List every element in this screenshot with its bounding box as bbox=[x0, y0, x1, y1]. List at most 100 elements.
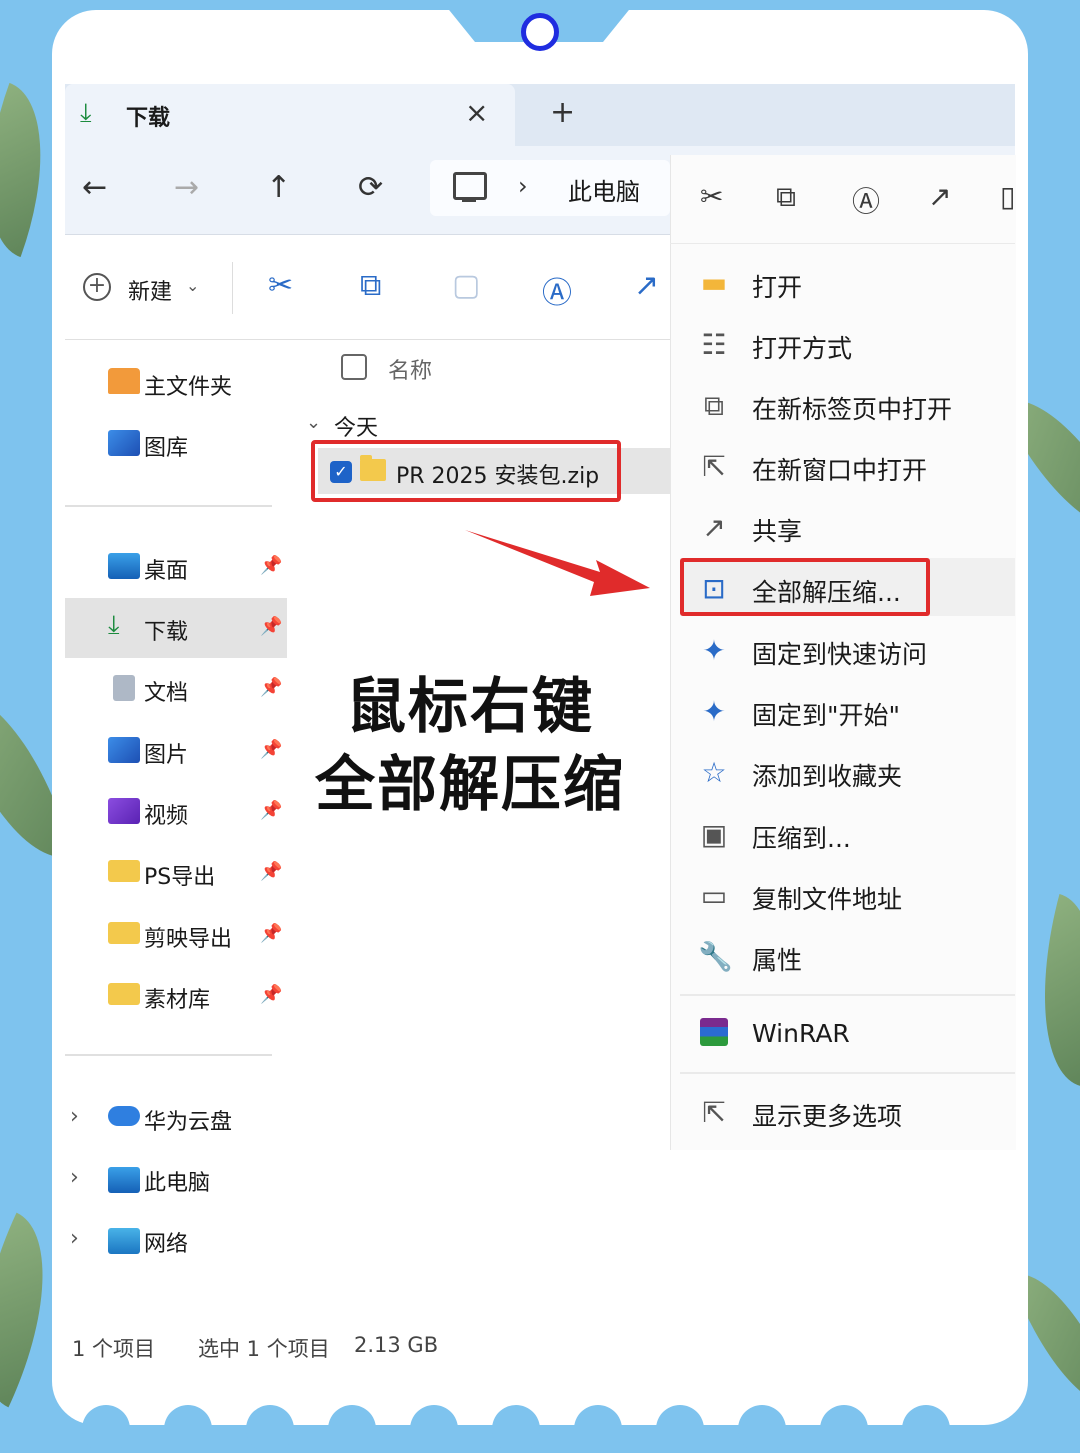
tab-title: 下载 bbox=[126, 106, 171, 131]
pin-icon[interactable]: 📌 bbox=[260, 677, 282, 698]
pin-icon[interactable]: 📌 bbox=[260, 555, 282, 576]
breadcrumb-location[interactable]: 此电脑 bbox=[568, 172, 640, 207]
folder-icon bbox=[108, 983, 140, 1005]
cut-icon[interactable]: ✂ bbox=[700, 180, 723, 213]
chevron-down-icon[interactable]: ⌄ bbox=[306, 412, 321, 433]
new-window-icon: ⇱ bbox=[702, 450, 726, 483]
menu-item-open[interactable]: 打开 bbox=[752, 268, 802, 304]
scallop bbox=[574, 1405, 622, 1453]
menu-item-winrar[interactable]: WinRAR bbox=[752, 1019, 850, 1048]
winrar-icon bbox=[698, 1018, 730, 1053]
sidebar-item-this-pc[interactable]: 此电脑 bbox=[144, 1165, 210, 1197]
share-icon[interactable]: ↗ bbox=[928, 180, 951, 213]
chevron-right-icon[interactable]: › bbox=[518, 172, 528, 200]
pin-icon[interactable]: 📌 bbox=[260, 984, 282, 1005]
headline-line-2: 全部解压缩 bbox=[315, 750, 625, 820]
chevron-right-icon[interactable]: › bbox=[70, 1226, 79, 1251]
status-size: 2.13 GB bbox=[354, 1333, 439, 1357]
copy-path-icon: ▭ bbox=[700, 879, 728, 912]
new-tab-button[interactable]: + bbox=[550, 95, 575, 130]
sidebar-item-label: 视频 bbox=[144, 804, 189, 829]
menu-item-pin-quick-access[interactable]: 固定到快速访问 bbox=[752, 635, 927, 671]
share-icon[interactable]: ↗ bbox=[634, 268, 659, 303]
close-tab-button[interactable]: × bbox=[465, 96, 488, 129]
share-icon: ↗ bbox=[702, 511, 726, 544]
up-button[interactable]: ↑ bbox=[266, 170, 291, 205]
forward-button[interactable]: → bbox=[174, 170, 199, 205]
copy-icon[interactable]: ⧉ bbox=[776, 180, 796, 214]
pin-icon: ✦ bbox=[702, 695, 726, 728]
menu-item-copy-path[interactable]: 复制文件地址 bbox=[752, 880, 902, 916]
paste-icon[interactable]: ▢ bbox=[452, 268, 480, 303]
computer-icon bbox=[108, 1167, 140, 1193]
scallop bbox=[328, 1405, 376, 1453]
sidebar-divider bbox=[65, 505, 272, 507]
folder-icon bbox=[108, 922, 140, 944]
pin-icon[interactable]: 📌 bbox=[260, 800, 282, 821]
scallop bbox=[820, 1405, 868, 1453]
download-icon: ⤓ bbox=[80, 98, 92, 128]
bottom-scallop-border bbox=[52, 1405, 1028, 1453]
folder-icon: ▬ bbox=[700, 266, 728, 299]
chevron-right-icon[interactable]: › bbox=[70, 1104, 79, 1129]
pin-icon[interactable]: 📌 bbox=[260, 616, 282, 637]
sidebar-item-label: 剪映导出 bbox=[144, 927, 233, 952]
new-tab-icon: ⧉ bbox=[704, 389, 724, 422]
scallop bbox=[656, 1405, 704, 1453]
scallop bbox=[492, 1405, 540, 1453]
delete-icon[interactable]: ▯ bbox=[1000, 180, 1015, 213]
folder-icon bbox=[108, 860, 140, 882]
pin-icon: ✦ bbox=[702, 634, 726, 667]
chevron-down-icon[interactable]: ⌄ bbox=[186, 276, 199, 295]
menu-item-open-new-window[interactable]: 在新窗口中打开 bbox=[752, 451, 927, 487]
menu-item-pin-start[interactable]: 固定到"开始" bbox=[752, 696, 900, 732]
notch-ring bbox=[521, 13, 559, 51]
sidebar-item-huawei-cloud[interactable]: 华为云盘 bbox=[144, 1104, 232, 1136]
wrench-icon: 🔧 bbox=[698, 940, 733, 973]
copy-icon[interactable]: ⧉ bbox=[360, 268, 381, 303]
sidebar-item-network[interactable]: 网络 bbox=[144, 1226, 188, 1258]
scallop bbox=[738, 1405, 786, 1453]
open-with-icon: ☷ bbox=[701, 328, 727, 361]
plus-icon: + bbox=[83, 273, 111, 301]
menu-item-more-options[interactable]: 显示更多选项 bbox=[752, 1097, 902, 1133]
pin-icon[interactable]: 📌 bbox=[260, 739, 282, 760]
menu-item-open-with[interactable]: 打开方式 bbox=[752, 329, 852, 365]
gallery-icon bbox=[108, 430, 140, 456]
back-button[interactable]: ← bbox=[82, 170, 107, 205]
status-selected: 选中 1 个项目 bbox=[198, 1337, 330, 1361]
computer-icon bbox=[453, 172, 487, 200]
menu-item-properties[interactable]: 属性 bbox=[752, 941, 802, 977]
column-header-name[interactable]: 名称 bbox=[388, 353, 432, 385]
scallop bbox=[164, 1405, 212, 1453]
toolbar-divider bbox=[232, 262, 233, 314]
cloud-icon bbox=[108, 1106, 140, 1126]
arrow-annotation bbox=[465, 530, 650, 596]
computer-icon-stand bbox=[462, 198, 476, 202]
pin-icon[interactable]: 📌 bbox=[260, 861, 282, 882]
scallop bbox=[82, 1405, 130, 1453]
group-label-today[interactable]: 今天 bbox=[334, 410, 378, 442]
select-all-checkbox[interactable] bbox=[341, 354, 367, 380]
rename-icon[interactable]: Ⓐ bbox=[542, 268, 572, 312]
desktop-icon bbox=[108, 553, 140, 579]
context-menu-separator bbox=[680, 1072, 1015, 1074]
chevron-right-icon[interactable]: › bbox=[70, 1165, 79, 1190]
menu-item-compress-to[interactable]: 压缩到... bbox=[752, 819, 851, 855]
context-menu-separator bbox=[680, 994, 1015, 996]
pin-icon[interactable]: 📌 bbox=[260, 923, 282, 944]
star-icon: ☆ bbox=[701, 756, 727, 789]
rename-icon[interactable]: Ⓐ bbox=[852, 180, 880, 220]
menu-item-open-new-tab[interactable]: 在新标签页中打开 bbox=[752, 390, 952, 426]
refresh-button[interactable]: ⟳ bbox=[358, 170, 383, 205]
menu-item-share[interactable]: 共享 bbox=[752, 512, 802, 548]
status-item-count: 1 个项目 bbox=[72, 1337, 156, 1361]
menu-item-add-favorites[interactable]: 添加到收藏夹 bbox=[752, 757, 902, 793]
headline-line-1: 鼠标右键 bbox=[346, 672, 594, 742]
cut-icon[interactable]: ✂ bbox=[268, 268, 293, 303]
more-options-icon: ⇱ bbox=[702, 1096, 726, 1129]
scallop bbox=[410, 1405, 458, 1453]
sidebar-item-label: 下载 bbox=[144, 620, 189, 645]
sidebar-item-label: 桌面 bbox=[144, 559, 189, 584]
new-button[interactable]: 新建 bbox=[128, 274, 172, 306]
